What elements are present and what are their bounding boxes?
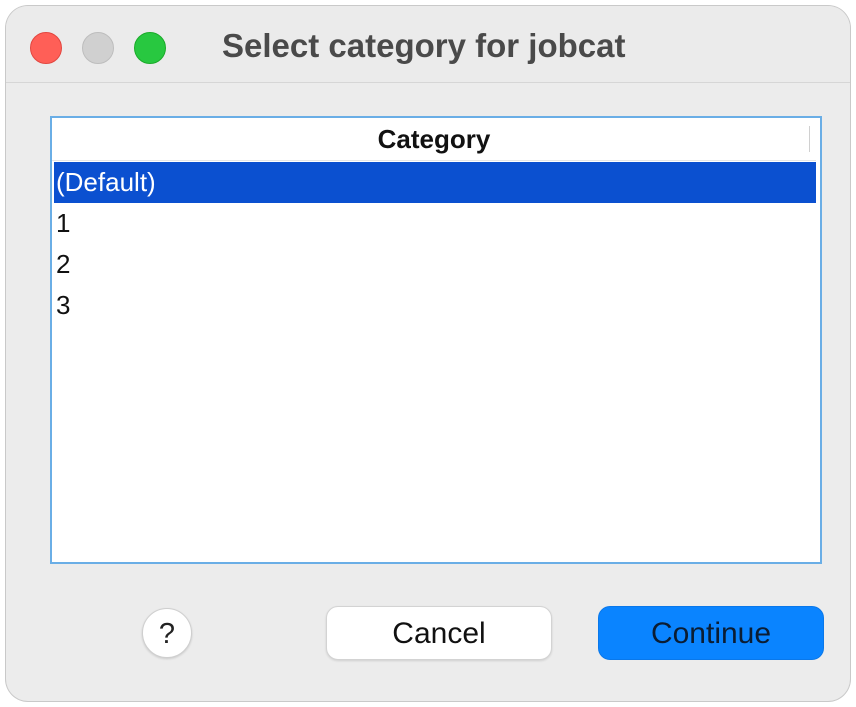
continue-button[interactable]: Continue — [598, 606, 824, 660]
list-header: Category — [52, 118, 816, 161]
category-list[interactable]: Category (Default) 1 2 3 — [50, 116, 822, 564]
list-item-default[interactable]: (Default) — [54, 162, 816, 203]
help-button[interactable]: ? — [142, 608, 192, 658]
maximize-window-icon[interactable] — [134, 32, 166, 64]
dialog-window: Select category for jobcat Category (Def… — [6, 6, 850, 701]
list-body: (Default) 1 2 3 — [54, 162, 816, 326]
title-bar: Select category for jobcat — [6, 6, 850, 83]
window-title: Select category for jobcat — [222, 27, 626, 64]
minimize-window-icon[interactable] — [82, 32, 114, 64]
list-item-2[interactable]: 2 — [54, 244, 816, 285]
help-icon: ? — [158, 618, 176, 650]
list-item-3[interactable]: 3 — [54, 285, 816, 326]
close-window-icon[interactable] — [30, 32, 62, 64]
list-item-1[interactable]: 1 — [54, 203, 816, 244]
column-divider — [809, 126, 810, 152]
column-header-category: Category — [377, 124, 491, 154]
cancel-button[interactable]: Cancel — [326, 606, 552, 660]
